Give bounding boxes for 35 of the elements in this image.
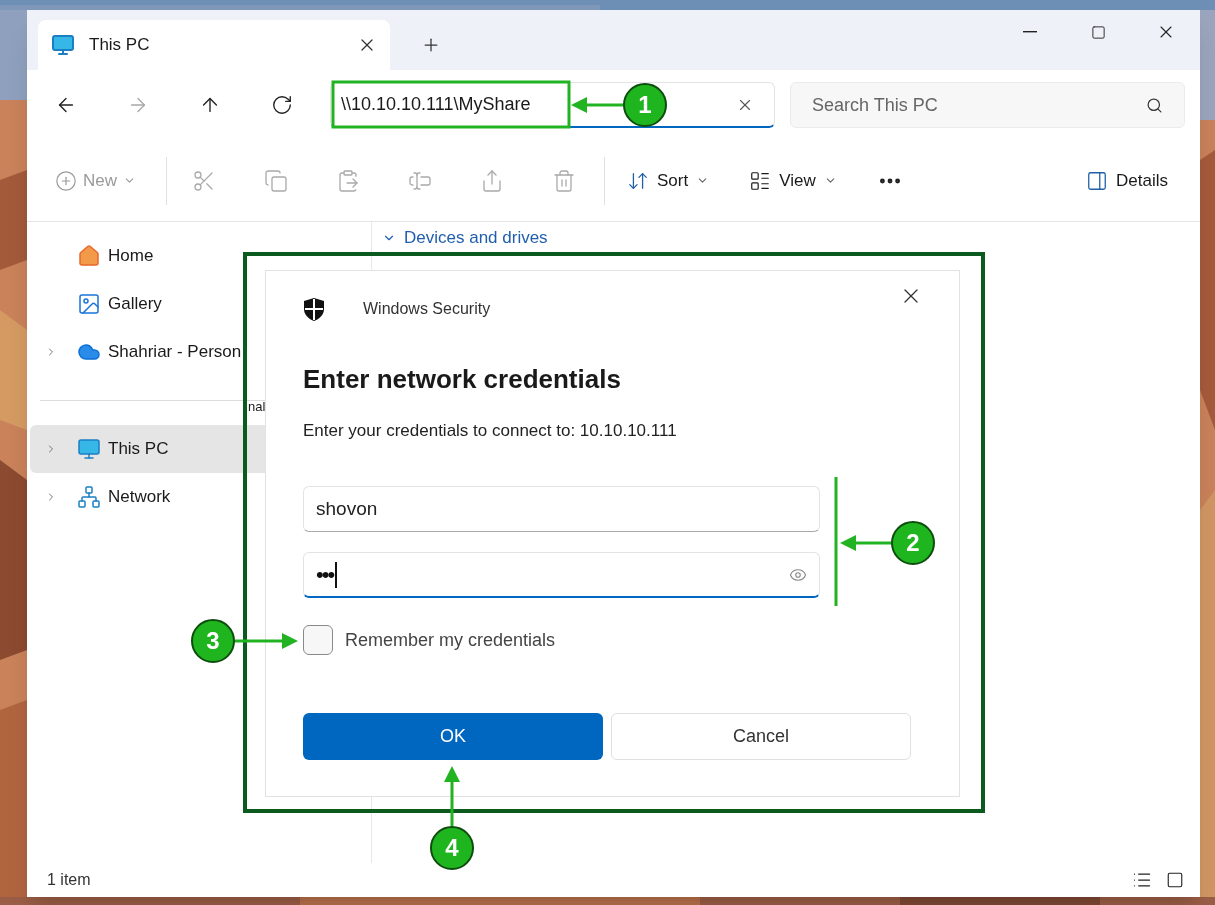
tab-title: This PC — [89, 34, 150, 57]
remember-checkbox[interactable] — [303, 625, 333, 655]
sort-button[interactable]: Sort — [627, 167, 710, 194]
details-button[interactable]: Details — [1086, 167, 1168, 194]
partial-label: nal — [248, 399, 266, 415]
annotation-arrow — [571, 97, 625, 113]
network-icon — [77, 485, 101, 509]
minimize-icon — [1023, 31, 1037, 33]
shield-icon — [303, 296, 325, 322]
house-icon — [77, 244, 101, 268]
annotation-arrow — [840, 535, 892, 551]
view-button[interactable]: View — [749, 167, 837, 194]
list-layout-icon — [749, 169, 772, 192]
monitor-icon — [77, 437, 101, 461]
dialog-title: Enter network credentials — [303, 363, 622, 395]
item-count: 1 item — [47, 870, 91, 890]
annotation-arrow — [444, 766, 460, 826]
monitor-icon — [51, 33, 75, 57]
annotation-arrow — [235, 633, 298, 649]
ok-button[interactable]: OK — [303, 713, 603, 760]
section-header[interactable]: Devices and drives — [382, 228, 1200, 248]
sidebar-item[interactable]: Home — [30, 232, 368, 280]
password-field[interactable]: ••• — [303, 552, 820, 598]
plus-icon — [55, 169, 77, 192]
search-icon — [1146, 96, 1163, 114]
tiles-view-icon[interactable] — [1166, 871, 1184, 889]
tab[interactable]: This PC — [38, 20, 390, 70]
dialog-app-name: Windows Security — [363, 299, 491, 319]
cancel-button[interactable]: Cancel — [611, 713, 911, 760]
side-panel-icon — [1086, 169, 1109, 192]
picture-icon — [77, 292, 101, 316]
maximize-icon — [1090, 24, 1106, 40]
username-field[interactable]: shovon — [303, 486, 820, 532]
search-field[interactable]: Search This PC — [790, 82, 1185, 128]
remember-label: Remember my credentials — [345, 628, 556, 652]
